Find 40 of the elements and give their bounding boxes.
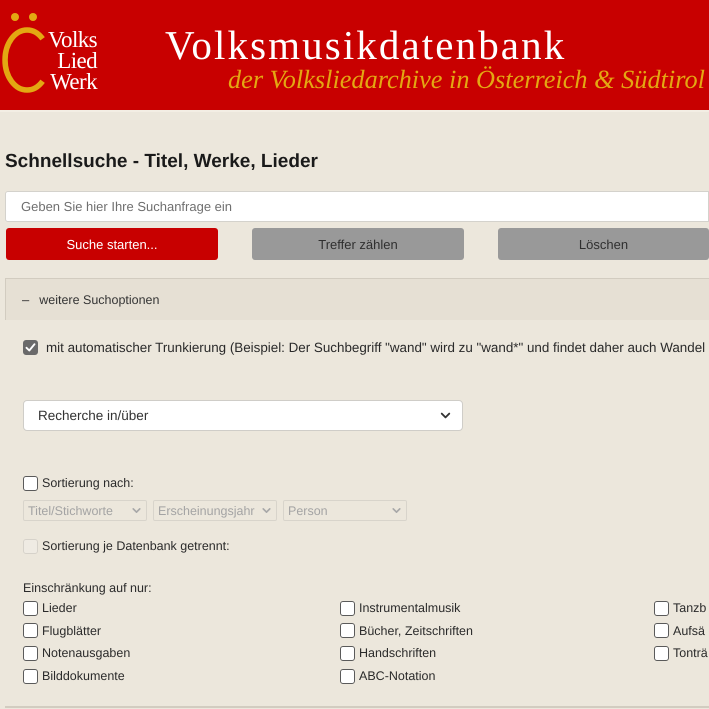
checkbox[interactable] [23,623,38,638]
checkbox[interactable] [23,668,38,684]
select-field[interactable]: Recherche in/über [23,400,463,431]
checkbox[interactable] [340,623,355,638]
checkbox-label: Tonträ [673,646,708,660]
site-title: Volksmusikdatenbank [165,24,566,66]
action-button[interactable]: Treffer zählen [252,228,464,260]
checkbox-label: Aufsä [673,624,705,638]
checkbox-label: ABC-Notation [359,669,436,684]
checkbox-label: Handschriften [359,646,436,660]
page-heading: Schnellsuche - Titel, Werke, Lieder [5,150,319,174]
checkbox[interactable] [23,340,38,354]
accordion-toggle[interactable]: – [22,292,30,307]
checkbox[interactable] [654,623,669,638]
checkbox[interactable] [340,668,355,684]
checkbox-label: mit automatischer Trunkierung (Beispiel: Der Suchbegriff "wand" wird zu "wand*" und findet daher auch Wandel [46,340,706,354]
action-button[interactable]: Löschen [498,228,709,260]
checkbox[interactable] [340,646,355,661]
checkbox-label: Tanzb [673,601,706,616]
search-button[interactable]: Suche starten... [6,228,218,260]
accordion-title[interactable]: weitere Suchoptionen [39,292,160,306]
checkbox-label: Notenausgaben [42,646,130,660]
checkbox[interactable] [340,600,355,616]
checkbox-label: Lieder [42,601,77,616]
checkbox[interactable] [654,646,669,661]
checkbox[interactable] [23,476,38,490]
checkbox-label: Instrumentalmusik [359,601,460,616]
checkbox-label: Sortierung nach: [42,476,134,490]
checkbox-label: Flugblätter [42,624,102,638]
checkbox[interactable] [23,600,38,616]
checkbox-label: Bilddokumente [42,669,125,684]
checkbox-label: Bücher, Zeitschriften [359,624,473,638]
checkbox-label: Sortierung je Datenbank getrennt: [42,539,230,553]
accordion-header[interactable]: – weitere Suchoptionen [5,278,709,320]
checkbox[interactable] [654,600,669,616]
search-field[interactable]: Geben Sie hier Ihre Suchanfrage ein [5,191,709,222]
checkbox[interactable] [23,646,38,661]
site-subtitle: der Volksliedarchive in Österreich & Südtirol [228,66,705,94]
logo-wordmark[interactable]: Volks Lied Werk [48,0,97,92]
restriction-label: Einschränkung auf nur: [23,580,153,596]
